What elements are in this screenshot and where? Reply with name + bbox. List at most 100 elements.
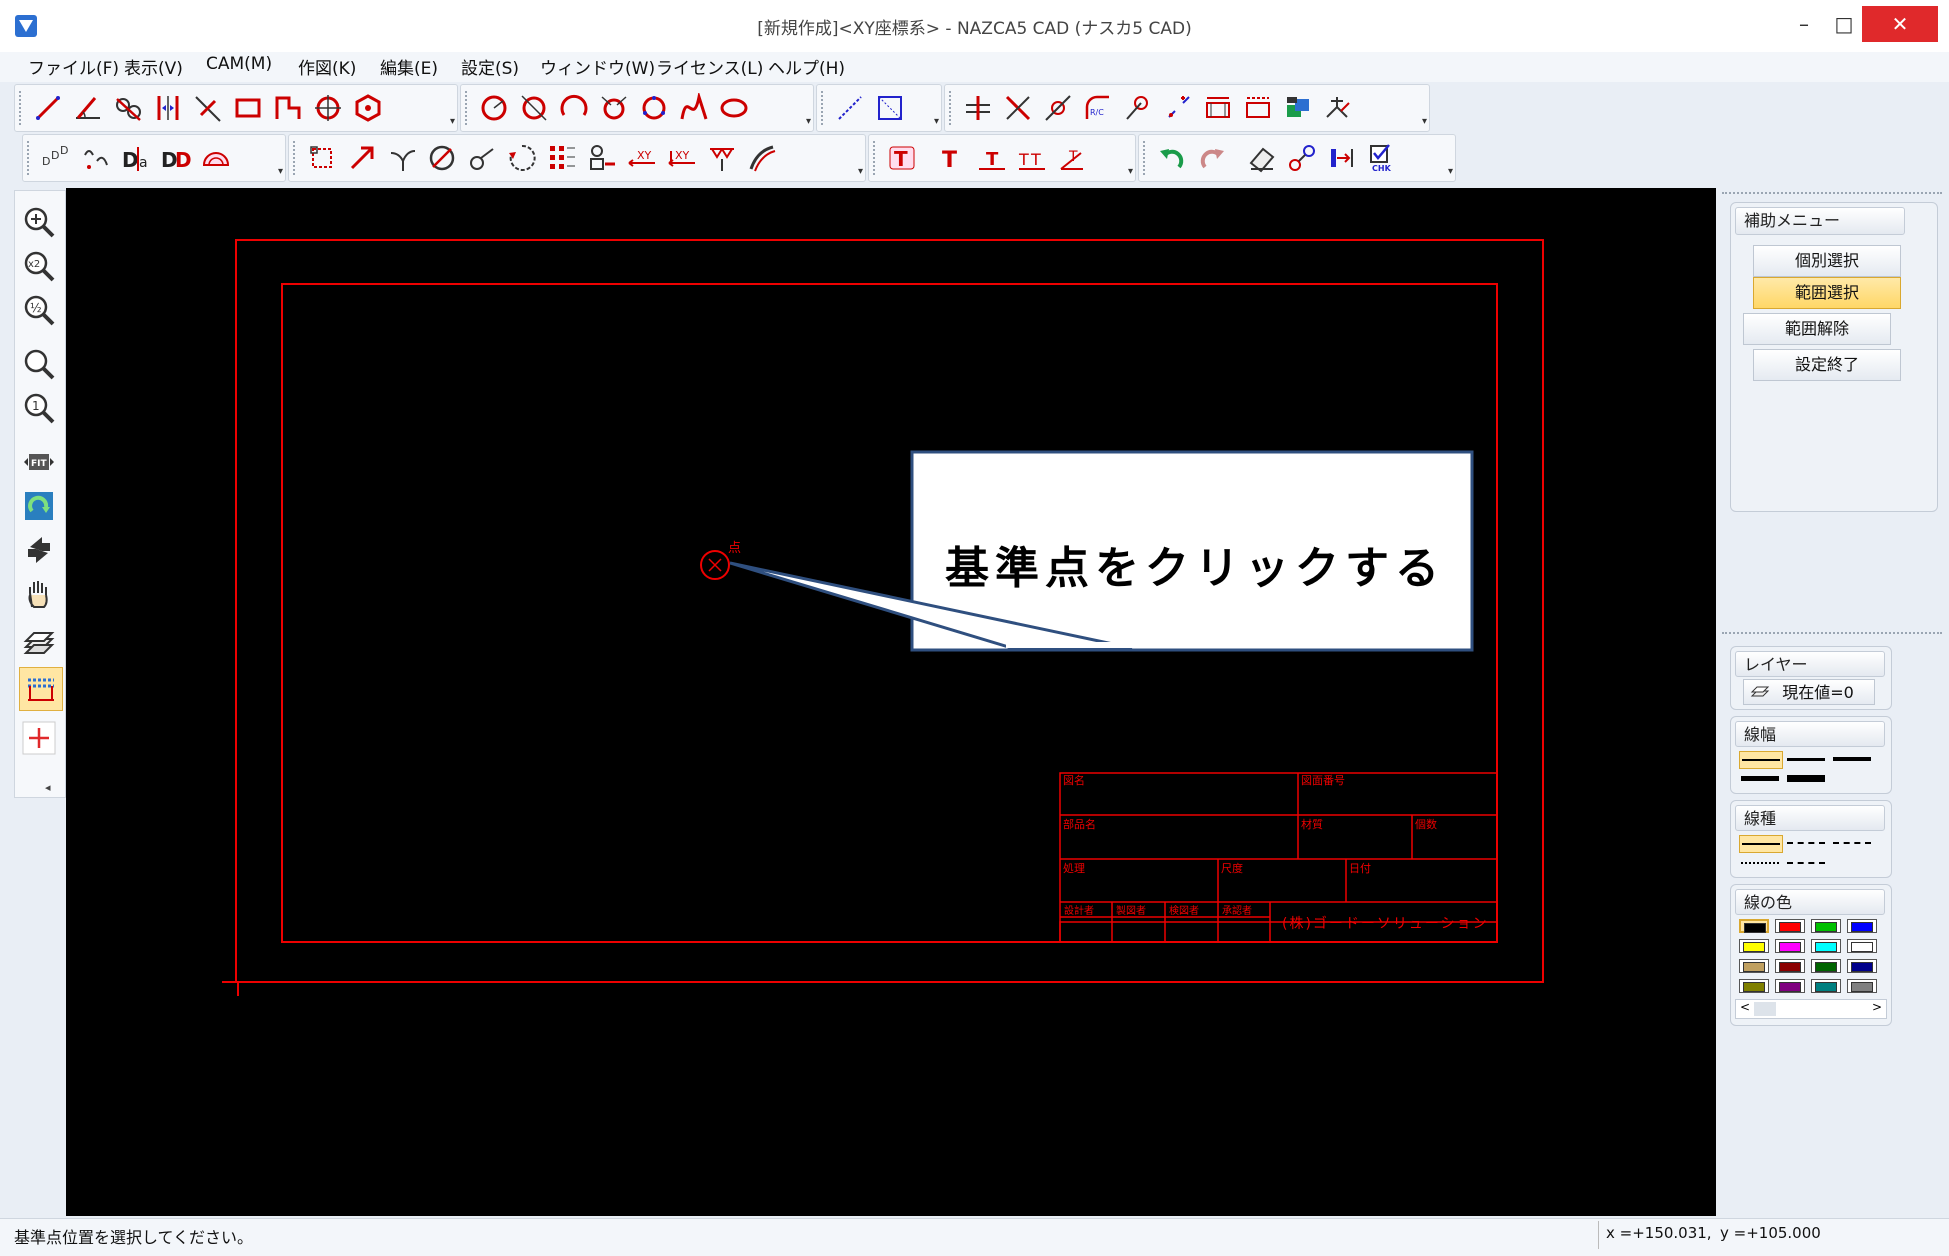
attach-tool-icon[interactable]: [467, 143, 497, 173]
close-button[interactable]: ✕: [1862, 6, 1938, 42]
color-swatch[interactable]: [1847, 979, 1877, 993]
three-point-circle-tool-icon[interactable]: [639, 93, 669, 123]
mirror-tool-icon[interactable]: [707, 143, 737, 173]
menu-edit[interactable]: 編集(E): [380, 54, 438, 79]
tangent-circle-tool-icon[interactable]: [519, 93, 549, 123]
color-swatch[interactable]: [1811, 979, 1841, 993]
undo-icon[interactable]: [1157, 143, 1187, 173]
line-type-dashed[interactable]: [1785, 835, 1827, 851]
zoom-half-icon[interactable]: ½: [22, 293, 56, 327]
dimension-tool-icon[interactable]: [1203, 93, 1233, 123]
color-swatch[interactable]: [1739, 919, 1769, 933]
individual-select-button[interactable]: 個別選択: [1753, 245, 1901, 277]
line-width-option-3[interactable]: [1831, 751, 1873, 767]
zoom-actual-icon[interactable]: 1: [22, 391, 56, 425]
trim-tool-icon[interactable]: [963, 93, 993, 123]
color-swatch[interactable]: [1847, 939, 1877, 953]
color-layer-tool-icon[interactable]: [1283, 93, 1313, 123]
line-width-option-5[interactable]: [1785, 771, 1827, 787]
move-tool-icon[interactable]: [347, 143, 377, 173]
text-tool-icon[interactable]: T: [887, 143, 917, 173]
zoom-in-icon[interactable]: [22, 205, 56, 239]
color-swatch[interactable]: [1739, 939, 1769, 953]
menu-file[interactable]: ファイル(F): [28, 54, 119, 79]
color-swatch[interactable]: [1775, 939, 1805, 953]
current-layer-button[interactable]: 現在値=0: [1743, 679, 1875, 705]
line-type-solid[interactable]: [1739, 835, 1783, 853]
range-clear-button[interactable]: 範囲解除: [1743, 313, 1891, 345]
tangent-line-tool-icon[interactable]: [113, 93, 143, 123]
aux-rect-tool-icon[interactable]: [875, 93, 905, 123]
spline-tool-icon[interactable]: [679, 93, 709, 123]
color-scrollbar[interactable]: < >: [1735, 999, 1887, 1019]
color-swatch[interactable]: [1775, 959, 1805, 973]
measure-icon[interactable]: [1327, 143, 1357, 173]
menu-window[interactable]: ウィンドウ(W): [540, 54, 655, 79]
text-move-icon[interactable]: T: [977, 143, 1007, 173]
link-icon[interactable]: [1287, 143, 1317, 173]
menu-settings[interactable]: 設定(S): [461, 54, 519, 79]
perpendicular-tool-icon[interactable]: [193, 93, 223, 123]
delete-tool-icon[interactable]: [427, 143, 457, 173]
scroll-thumb[interactable]: [1754, 1002, 1776, 1016]
redo-icon[interactable]: [1197, 143, 1227, 173]
menu-help[interactable]: ヘルプ(H): [768, 54, 845, 79]
pan-hand-icon[interactable]: [22, 577, 56, 611]
offset-tool-icon[interactable]: [587, 143, 617, 173]
ellipse-tool-icon[interactable]: [719, 93, 749, 123]
setting-end-button[interactable]: 設定終了: [1753, 349, 1901, 381]
color-swatch[interactable]: [1739, 979, 1769, 993]
line-width-option-2[interactable]: [1785, 751, 1827, 767]
minimize-button[interactable]: –: [1782, 6, 1826, 42]
line-width-option-1[interactable]: [1739, 751, 1783, 769]
collapse-toolbar-icon[interactable]: ◂: [45, 781, 51, 794]
xy-move-tool-icon[interactable]: XY: [627, 143, 657, 173]
parallel-line-tool-icon[interactable]: [153, 93, 183, 123]
center-mark-tool-icon[interactable]: [313, 93, 343, 123]
check-icon[interactable]: CHK: [1367, 143, 1397, 173]
text-edit-icon[interactable]: T: [937, 143, 967, 173]
grid-toggle-button[interactable]: [19, 667, 63, 711]
polygon-tool-icon[interactable]: [353, 93, 383, 123]
maximize-button[interactable]: □: [1822, 6, 1866, 42]
menu-cam[interactable]: CAM(M): [206, 54, 272, 74]
dim-radius-icon[interactable]: DD: [161, 143, 191, 173]
eraser-icon[interactable]: [1247, 143, 1277, 173]
circle-tool-icon[interactable]: [479, 93, 509, 123]
cursor-cross-icon[interactable]: [22, 721, 56, 755]
zoom-window-icon[interactable]: [22, 347, 56, 381]
array-copy-tool-icon[interactable]: [547, 143, 577, 173]
color-swatch[interactable]: [1811, 939, 1841, 953]
text-copy-icon[interactable]: TT: [1017, 143, 1047, 173]
line-type-long-dash[interactable]: [1831, 835, 1873, 851]
xy-copy-tool-icon[interactable]: XY: [667, 143, 697, 173]
menu-license[interactable]: ライセンス(L): [656, 54, 763, 79]
line-type-dash-dot[interactable]: [1739, 855, 1781, 871]
color-swatch[interactable]: [1811, 919, 1841, 933]
text-rotate-icon[interactable]: T: [1057, 143, 1087, 173]
dim-diameter-icon[interactable]: Da: [121, 143, 151, 173]
dim-ddd-icon[interactable]: DDD: [41, 143, 71, 173]
swap-view-icon[interactable]: [22, 533, 56, 567]
chamfer-tool-icon[interactable]: [1123, 93, 1153, 123]
color-swatch[interactable]: [1847, 919, 1877, 933]
scroll-right-icon[interactable]: >: [1872, 1000, 1882, 1014]
redraw-icon[interactable]: [22, 489, 56, 523]
cross-cut-tool-icon[interactable]: [1003, 93, 1033, 123]
color-swatch[interactable]: [1847, 959, 1877, 973]
point-tool-icon[interactable]: [1163, 93, 1193, 123]
color-swatch[interactable]: [1775, 919, 1805, 933]
fit-icon[interactable]: FIT: [22, 445, 56, 479]
fillet-tool-icon[interactable]: R/C: [1083, 93, 1113, 123]
bend-tool-icon[interactable]: [747, 143, 777, 173]
polyline-tool-icon[interactable]: [273, 93, 303, 123]
scale-tool-icon[interactable]: [307, 143, 337, 173]
line-width-option-4[interactable]: [1739, 771, 1781, 787]
zoom-x2-icon[interactable]: x2: [22, 249, 56, 283]
dimension-series-tool-icon[interactable]: [1243, 93, 1273, 123]
line-type-chain[interactable]: [1785, 855, 1827, 871]
snap-tool-icon[interactable]: [1323, 93, 1353, 123]
line-tool-icon[interactable]: [33, 93, 63, 123]
menu-draw[interactable]: 作図(K): [298, 54, 356, 79]
protractor-icon[interactable]: [201, 143, 231, 173]
